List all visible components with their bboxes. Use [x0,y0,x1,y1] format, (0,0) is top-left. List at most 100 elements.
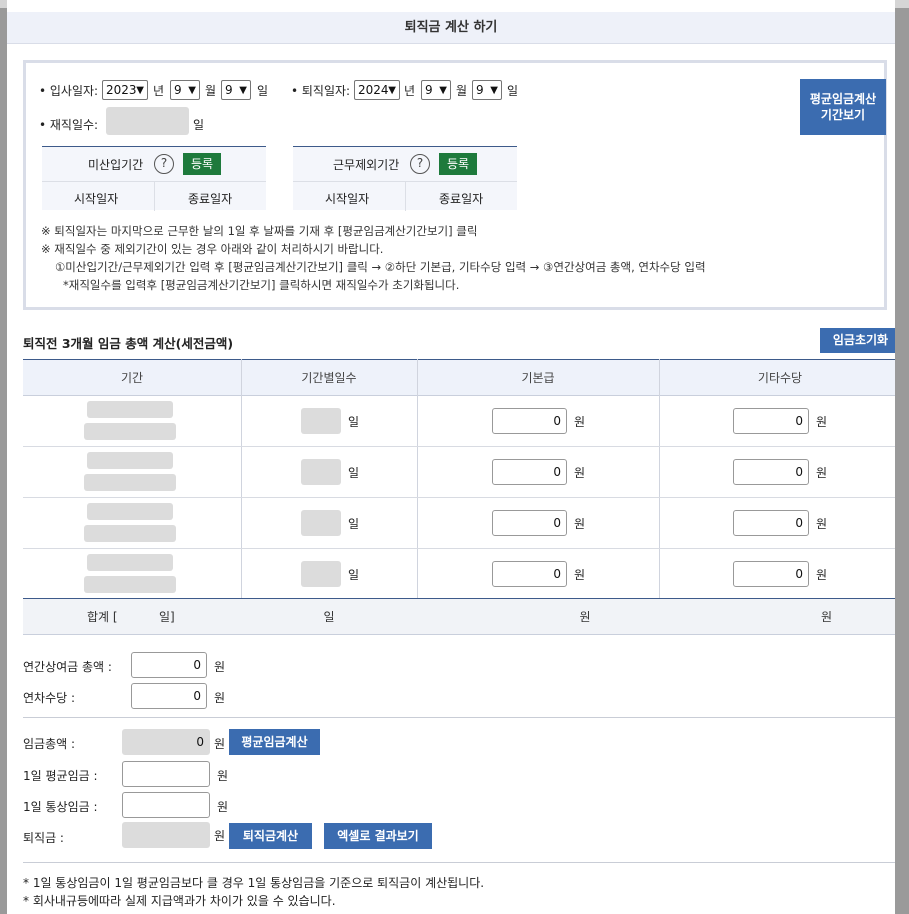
unpaid-end-header: 종료일자 [188,192,233,206]
period-end-cell [84,474,176,491]
annual-leave-label: 연차수당 : [23,691,76,705]
wage-reset-button[interactable]: 임금초기화 [820,328,895,353]
wage-table: 기간 기간별일수 기본급 기타수당 일 0 원 0 원 일 0 원 0 원 일 … [23,359,895,635]
days-input[interactable] [301,510,341,536]
annual-leave-input[interactable]: 0 [131,683,207,709]
excluded-period-table: 근무제외기간 ? 등록 시작일자 종료일자 [293,146,517,211]
days-input[interactable] [301,459,341,485]
days-input[interactable] [301,561,341,587]
month-unit: 월 [456,84,468,98]
severance-label: 퇴직금 : [23,831,64,845]
retire-year-value: 2024 [358,83,389,97]
footnote: * 회사내규등에따라 실제 지급액과가 차이가 있을 수 있습니다. [23,894,336,908]
other-allowance-input[interactable]: 0 [733,408,809,434]
retire-day-value: 9 [476,83,484,97]
unpaid-register-button[interactable]: 등록 [183,153,221,175]
tenure-label: • 재직일수: [39,118,99,132]
wage-section-title: 퇴직전 3개월 임금 총액 계산(세전금액) [23,336,234,351]
table-footer: 합계 [ 일] 일 원 원 [23,598,895,635]
retire-day-select[interactable]: 9 ▼ [472,80,502,100]
hire-year-value: 2023 [106,83,137,97]
retire-year-select[interactable]: 2024 ▼ [354,80,400,100]
daily-ordinary-wage-unit: 원 [217,800,229,814]
avg-wage-period-button[interactable]: 평균임금계산 기간보기 [800,79,886,135]
table-row: 일 0 원 0 원 [23,498,895,549]
other-allowance-input[interactable]: 0 [733,510,809,536]
excluded-register-button[interactable]: 등록 [439,153,477,175]
total-wage-output: 0 [122,729,210,755]
hire-month-value: 9 [174,83,182,97]
day-unit: 일 [257,84,269,98]
divider [23,717,895,718]
total-days-label-close: 일] [159,610,175,624]
help-icon[interactable]: ? [154,154,174,174]
base-pay-input[interactable]: 0 [492,459,567,485]
hire-month-select[interactable]: 9 ▼ [170,80,200,100]
hire-day-select[interactable]: 9 ▼ [221,80,251,100]
other-unit: 원 [816,517,828,531]
total-days: 일 [323,610,335,624]
annual-leave-unit: 원 [214,691,226,705]
tenure-days-input[interactable] [106,107,189,135]
annual-bonus-input[interactable]: 0 [131,652,207,678]
period-start-cell [87,503,173,520]
day-unit: 일 [507,84,519,98]
other-allowance-input[interactable]: 0 [733,561,809,587]
month-unit: 월 [205,84,217,98]
days-unit: 일 [348,517,360,531]
excel-result-button[interactable]: 엑셀로 결과보기 [324,823,432,849]
page-title: 퇴직금 계산 하기 [7,12,895,44]
other-unit: 원 [816,568,828,582]
days-unit: 일 [348,568,360,582]
base-unit: 원 [574,466,586,480]
excluded-period-label: 근무제외기간 [333,158,400,172]
daily-avg-wage-unit: 원 [217,769,229,783]
tenure-unit: 일 [193,118,205,132]
unpaid-start-header: 시작일자 [74,192,119,206]
total-days-label-open: 합계 [ [87,610,118,624]
chevron-down-icon: ▼ [388,85,396,96]
total-other: 원 [820,610,833,624]
retire-month-select[interactable]: 9 ▼ [421,80,451,100]
excluded-end-header: 종료일자 [439,192,484,206]
retire-date-label: • 퇴직일자: [291,84,351,98]
severance-output [122,822,210,848]
severance-unit: 원 [214,829,226,843]
footnote: * 1일 통상임금이 1일 평균임금보다 클 경우 1일 통상임금을 기준으로 … [23,876,485,890]
col-base-pay: 기본급 [521,371,555,385]
base-unit: 원 [574,517,586,531]
divider [405,182,406,211]
other-unit: 원 [816,466,828,480]
period-start-cell [87,401,173,418]
base-pay-input[interactable]: 0 [492,408,567,434]
avg-wage-calc-button[interactable]: 평균임금계산 [229,729,320,755]
divider [23,862,895,863]
note-line: ①미산입기간/근무제외기간 입력 후 [평균임금계산기간보기] 클릭 → ②하단… [55,260,706,274]
base-pay-input[interactable]: 0 [492,561,567,587]
other-allowance-input[interactable]: 0 [733,459,809,485]
calculator-panel: 퇴직금 계산 하기 • 입사일자: 2023 ▼ 년 9 ▼ 월 9 ▼ 일 • 퇴직… [7,0,895,914]
hire-year-select[interactable]: 2023 ▼ [102,80,148,100]
period-start-cell [87,554,173,571]
divider [154,182,155,211]
excluded-start-header: 시작일자 [325,192,370,206]
note-line: *재직일수를 입력후 [평균임금계산기간보기] 클릭하시면 재직일수가 초기화됩… [63,278,460,292]
base-pay-input[interactable]: 0 [492,510,567,536]
period-end-cell [84,423,176,440]
chevron-down-icon: ▼ [439,85,447,96]
daily-ordinary-wage-input[interactable] [122,792,210,818]
annual-bonus-label: 연간상여금 총액 : [23,660,112,674]
total-wage-unit: 원 [214,737,226,751]
chevron-down-icon: ▼ [490,85,498,96]
daily-avg-wage-label: 1일 평균임금 : [23,769,98,783]
days-input[interactable] [301,408,341,434]
note-line: ※ 재직일수 중 제외기간이 있는 경우 아래와 같이 처리하시기 바랍니다. [41,242,384,256]
severance-calc-button[interactable]: 퇴직금계산 [229,823,312,849]
daily-avg-wage-input[interactable] [122,761,210,787]
help-icon[interactable]: ? [410,154,430,174]
annual-bonus-unit: 원 [214,660,226,674]
retire-month-value: 9 [425,83,433,97]
note-line: ※ 퇴직일자는 마지막으로 근무한 날의 1일 후 날짜를 기재 후 [평균임금… [41,224,478,238]
days-unit: 일 [348,415,360,429]
col-days: 기간별일수 [301,371,357,385]
